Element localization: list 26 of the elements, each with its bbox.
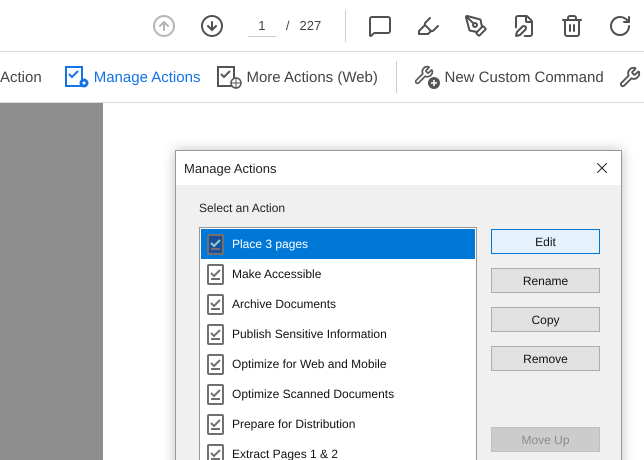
checklist-icon [207,444,224,460]
checklist-icon [207,384,224,404]
checklist-icon [207,414,224,434]
wrench-plus-icon [414,65,440,89]
list-label: Select an Action [199,201,286,215]
action-list-item[interactable]: Place 3 pages [201,229,475,259]
page-count: 227 [300,18,322,33]
dialog-button[interactable]: Remove [491,346,600,371]
dialog-title: Manage Actions [184,160,277,176]
next-page-icon[interactable] [200,14,224,38]
toolbar-tool[interactable]: New Custom Command [406,65,612,89]
checklist-icon [207,264,224,284]
checklist-icon [207,294,224,314]
dialog-button[interactable]: Rename [491,268,600,293]
page-separator: / [286,18,290,33]
checklist-icon [207,234,224,254]
checklist-gear-icon [64,65,90,89]
checklist-icon [207,354,224,374]
toolbar-tool[interactable]: Manage Actions [56,65,208,89]
toolbar-tool[interactable]: More Actions (Web) [208,65,386,89]
checklist-globe-icon [216,65,242,89]
page-number-field[interactable]: 1 [248,14,276,36]
checklist-icon [207,324,224,344]
toolbar-tool[interactable]: Action [0,68,56,86]
dialog-button[interactable]: Edit [491,229,600,254]
dialog-button[interactable]: Copy [491,307,600,332]
